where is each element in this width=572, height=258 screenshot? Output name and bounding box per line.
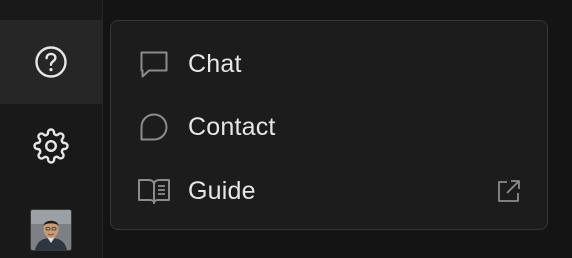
gear-icon (33, 128, 69, 164)
user-avatar-image (31, 210, 71, 250)
menu-item-label: Guide (188, 176, 256, 205)
avatar[interactable] (30, 209, 72, 251)
menu-item-contact[interactable]: Contact (111, 97, 547, 157)
speech-bubble-icon (137, 110, 171, 144)
help-menu: Chat Contact Guide (110, 20, 548, 230)
help-circle-icon (35, 46, 67, 78)
menu-item-guide[interactable]: Guide (111, 161, 547, 221)
sidebar (0, 0, 103, 258)
menu-item-label: Chat (188, 49, 242, 78)
external-link-icon (495, 177, 523, 205)
help-button[interactable] (0, 20, 102, 104)
chat-bubble-icon (137, 47, 171, 81)
book-open-icon (137, 174, 171, 208)
menu-item-chat[interactable]: Chat (111, 34, 547, 94)
app-window: Chat Contact Guide (0, 0, 572, 258)
settings-button[interactable] (0, 104, 102, 188)
menu-item-label: Contact (188, 112, 276, 141)
